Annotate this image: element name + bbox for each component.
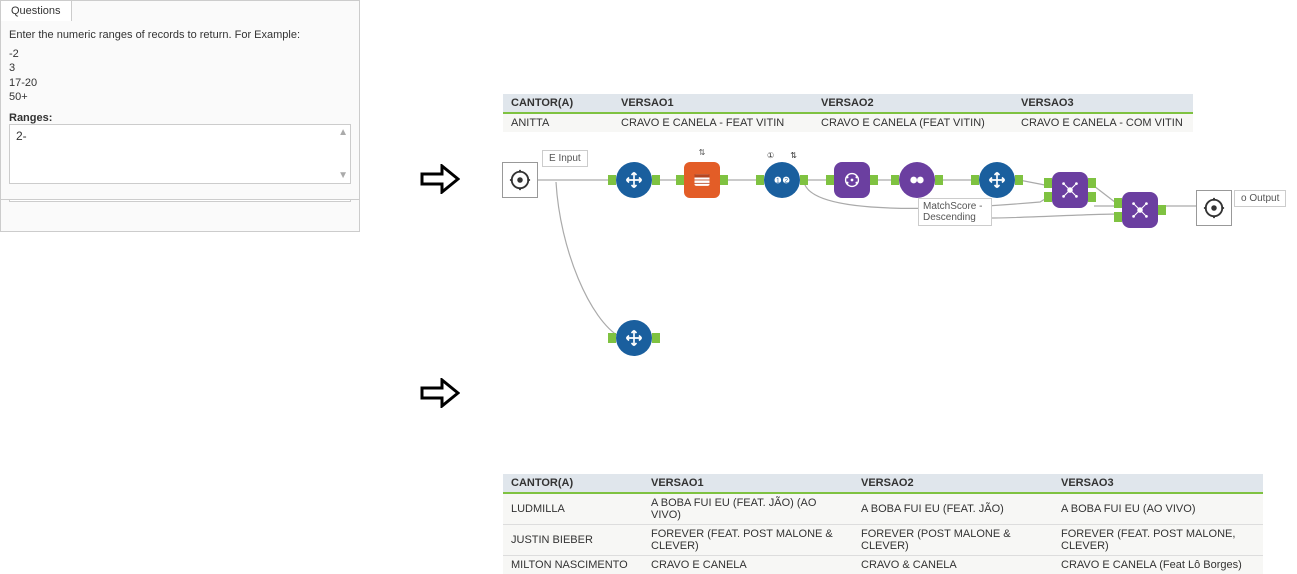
- tool-badge-sort: ⇅: [789, 151, 798, 160]
- cell: A BOBA FUI EU (AO VIVO): [1053, 493, 1263, 525]
- cell: JUSTIN BIEBER: [503, 525, 643, 556]
- result-table-1: CANTOR(A) VERSAO1 VERSAO2 VERSAO3 ANITTA…: [503, 94, 1193, 132]
- macro-input-tool[interactable]: [502, 162, 538, 198]
- col-header-versao1: VERSAO1: [643, 474, 853, 493]
- output-anchor[interactable]: [870, 175, 878, 185]
- scroll-up-icon[interactable]: ▲: [338, 127, 348, 138]
- input-anchor-top[interactable]: [1114, 198, 1122, 208]
- cell: CRAVO & CANELA: [853, 556, 1053, 574]
- macro-output-tool[interactable]: [1196, 190, 1232, 226]
- input-anchor[interactable]: [608, 333, 616, 343]
- col-header-versao3: VERSAO3: [1053, 474, 1263, 493]
- table-header-row: CANTOR(A) VERSAO1 VERSAO2 VERSAO3: [503, 94, 1193, 113]
- output-anchor[interactable]: [935, 175, 943, 185]
- cell: FOREVER (FEAT. POST MALONE & CLEVER): [643, 525, 853, 556]
- tool-badge-sort: ⇅: [682, 148, 722, 157]
- input-anchor[interactable]: [971, 175, 979, 185]
- scroll-down-icon[interactable]: ▼: [338, 170, 348, 181]
- cell: LUDMILLA: [503, 493, 643, 525]
- cell: CRAVO E CANELA (Feat Lô Borges): [1053, 556, 1263, 574]
- fuzzy-match-tool[interactable]: [834, 162, 870, 198]
- ranges-label: Ranges:: [9, 112, 351, 124]
- input-anchor-bottom[interactable]: [1114, 212, 1122, 222]
- input-anchor[interactable]: [891, 175, 899, 185]
- example-lines: -2 3 17-20 50+: [9, 47, 351, 104]
- table-row: ANITTA CRAVO E CANELA - FEAT VITIN CRAVO…: [503, 113, 1193, 132]
- unique-tool[interactable]: [899, 162, 935, 198]
- arrow-right-icon: [420, 164, 460, 194]
- join-tool-1[interactable]: [1052, 172, 1088, 208]
- select-tool[interactable]: [616, 162, 652, 198]
- prompt-text: Enter the numeric ranges of records to r…: [9, 29, 351, 41]
- svg-text:2: 2: [784, 178, 788, 185]
- input-anchor-top[interactable]: [1044, 178, 1052, 188]
- input-anchor[interactable]: [756, 175, 764, 185]
- table-row: JUSTIN BIEBER FOREVER (FEAT. POST MALONE…: [503, 525, 1263, 556]
- col-header-versao1: VERSAO1: [613, 94, 813, 113]
- cell: FOREVER (POST MALONE & CLEVER): [853, 525, 1053, 556]
- ranges-value: 2-: [16, 129, 27, 143]
- result-table-2: CANTOR(A) VERSAO1 VERSAO2 VERSAO3 LUDMIL…: [503, 474, 1263, 574]
- sort-annotation: MatchScore - Descending: [918, 198, 992, 226]
- cell: CRAVO E CANELA - FEAT VITIN: [613, 113, 813, 132]
- cell: FOREVER (FEAT. POST MALONE, CLEVER): [1053, 525, 1263, 556]
- output-anchor[interactable]: [720, 175, 728, 185]
- select-tool-branch[interactable]: [616, 320, 652, 356]
- panel2-body: Enter the numeric ranges of records to r…: [1, 21, 359, 192]
- output-anchor-bottom[interactable]: [1088, 192, 1096, 202]
- table-row: LUDMILLA A BOBA FUI EU (FEAT. JÃO) (AO V…: [503, 493, 1263, 525]
- questions-tab[interactable]: Questions: [0, 0, 72, 21]
- cell: CRAVO E CANELA - COM VITIN: [1013, 113, 1193, 132]
- svg-text:1: 1: [776, 178, 780, 185]
- cell: ANITTA: [503, 113, 613, 132]
- output-anchor-top[interactable]: [1088, 178, 1096, 188]
- col-header-cantor: CANTOR(A): [503, 474, 643, 493]
- ranges-input[interactable]: 2- ▲ ▼: [9, 124, 351, 184]
- col-header-versao2: VERSAO2: [813, 94, 1013, 113]
- input-anchor-bottom[interactable]: [1044, 192, 1052, 202]
- input-anchor[interactable]: [608, 175, 616, 185]
- cell: A BOBA FUI EU (FEAT. JÃO) (AO VIVO): [643, 493, 853, 525]
- col-header-versao2: VERSAO2: [853, 474, 1053, 493]
- cell: CRAVO E CANELA (FEAT VITIN): [813, 113, 1013, 132]
- macro-input-label: E Input: [542, 150, 588, 167]
- select-tool-2[interactable]: [979, 162, 1015, 198]
- example-line: -2: [9, 47, 351, 61]
- macro-output-label: o Output: [1234, 190, 1286, 207]
- col-header-cantor: CANTOR(A): [503, 94, 613, 113]
- cell: A BOBA FUI EU (FEAT. JÃO): [853, 493, 1053, 525]
- input-anchor[interactable]: [826, 175, 834, 185]
- col-header-versao3: VERSAO3: [1013, 94, 1193, 113]
- arrow-right-icon: [420, 378, 460, 408]
- cell: CRAVO E CANELA: [643, 556, 853, 574]
- output-anchor[interactable]: [1158, 205, 1166, 215]
- record-id-tool[interactable]: ① ⇅ 12: [764, 162, 800, 198]
- table-header-row: CANTOR(A) VERSAO1 VERSAO2 VERSAO3: [503, 474, 1263, 493]
- example-line: 50+: [9, 90, 351, 104]
- output-anchor[interactable]: [800, 175, 808, 185]
- generate-rows-tool[interactable]: ⇅: [684, 162, 720, 198]
- example-line: 17-20: [9, 76, 351, 90]
- example-line: 3: [9, 61, 351, 75]
- output-anchor[interactable]: [652, 333, 660, 343]
- output-anchor[interactable]: [1015, 175, 1023, 185]
- questions-panel-2: Questions Enter the numeric ranges of re…: [0, 0, 360, 200]
- join-tool-2[interactable]: [1122, 192, 1158, 228]
- input-anchor[interactable]: [676, 175, 684, 185]
- output-anchor[interactable]: [652, 175, 660, 185]
- tool-badge-one: ①: [766, 151, 775, 160]
- table-row: MILTON NASCIMENTO CRAVO E CANELA CRAVO &…: [503, 556, 1263, 574]
- cell: MILTON NASCIMENTO: [503, 556, 643, 574]
